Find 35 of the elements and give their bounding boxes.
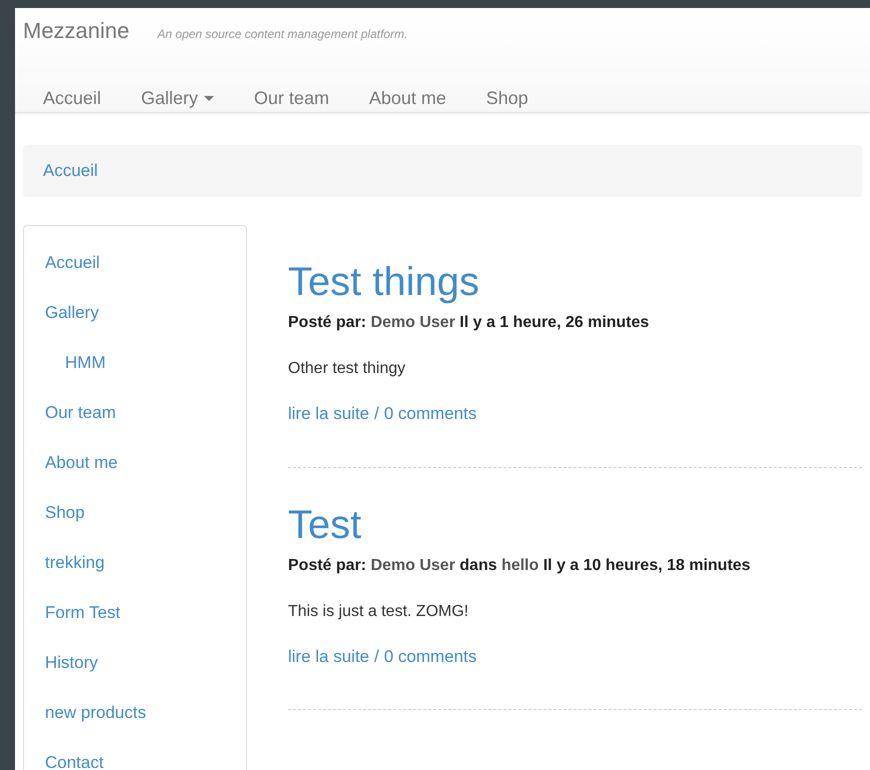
sidebar-link[interactable]: Shop (45, 488, 85, 538)
comments-link[interactable]: 0 comments (384, 401, 477, 426)
comments-link[interactable]: 0 comments (384, 644, 477, 669)
nav-link[interactable]: Our team (254, 85, 330, 112)
link-separator: / (374, 403, 379, 425)
sidebar-link[interactable]: History (45, 638, 98, 688)
sidebar-link[interactable]: Contact (45, 738, 104, 770)
post-title[interactable]: Test (288, 502, 362, 548)
sidebar-link[interactable]: HMM (65, 338, 106, 388)
read-more-link[interactable]: lire la suite (288, 644, 370, 669)
sidebar-link[interactable]: Accueil (45, 238, 100, 288)
link-separator: / (374, 646, 379, 668)
nav-link[interactable]: Gallery (141, 85, 214, 112)
caret-icon (204, 96, 214, 101)
tagline: An open source content management platform. (157, 26, 408, 43)
sidebar-link[interactable]: Gallery (45, 288, 99, 338)
nav-link[interactable]: Shop (486, 85, 528, 112)
sidebar-link[interactable]: About me (45, 438, 118, 488)
post-excerpt: This is just a test. ZOMG! (288, 602, 470, 622)
meta-link[interactable]: hello (501, 556, 539, 574)
sidebar-link[interactable]: Form Test (45, 588, 120, 638)
nav-link[interactable]: About me (369, 85, 446, 112)
breadcrumb-link[interactable]: Accueil (43, 158, 98, 184)
meta-link[interactable]: Demo User (370, 556, 456, 574)
read-more-link[interactable]: lire la suite (288, 401, 370, 426)
post-excerpt: Other test thingy (288, 359, 406, 379)
brand-name[interactable]: Mezzanine (23, 14, 130, 47)
nav-link[interactable]: Accueil (43, 85, 102, 112)
meta-link[interactable]: Demo User (370, 314, 456, 331)
post-meta: Posté par: Demo User Il y a 1 heure, 26 minutes (288, 313, 650, 333)
sidebar-link[interactable]: trekking (45, 538, 105, 588)
sidebar-link[interactable]: new products (45, 688, 146, 738)
sidebar-link[interactable]: Our team (45, 388, 116, 438)
post-title[interactable]: Test things (288, 259, 480, 305)
post-meta: Posté par: Demo User dans hello Il y a 10 heures, 18 minutes (288, 556, 752, 576)
